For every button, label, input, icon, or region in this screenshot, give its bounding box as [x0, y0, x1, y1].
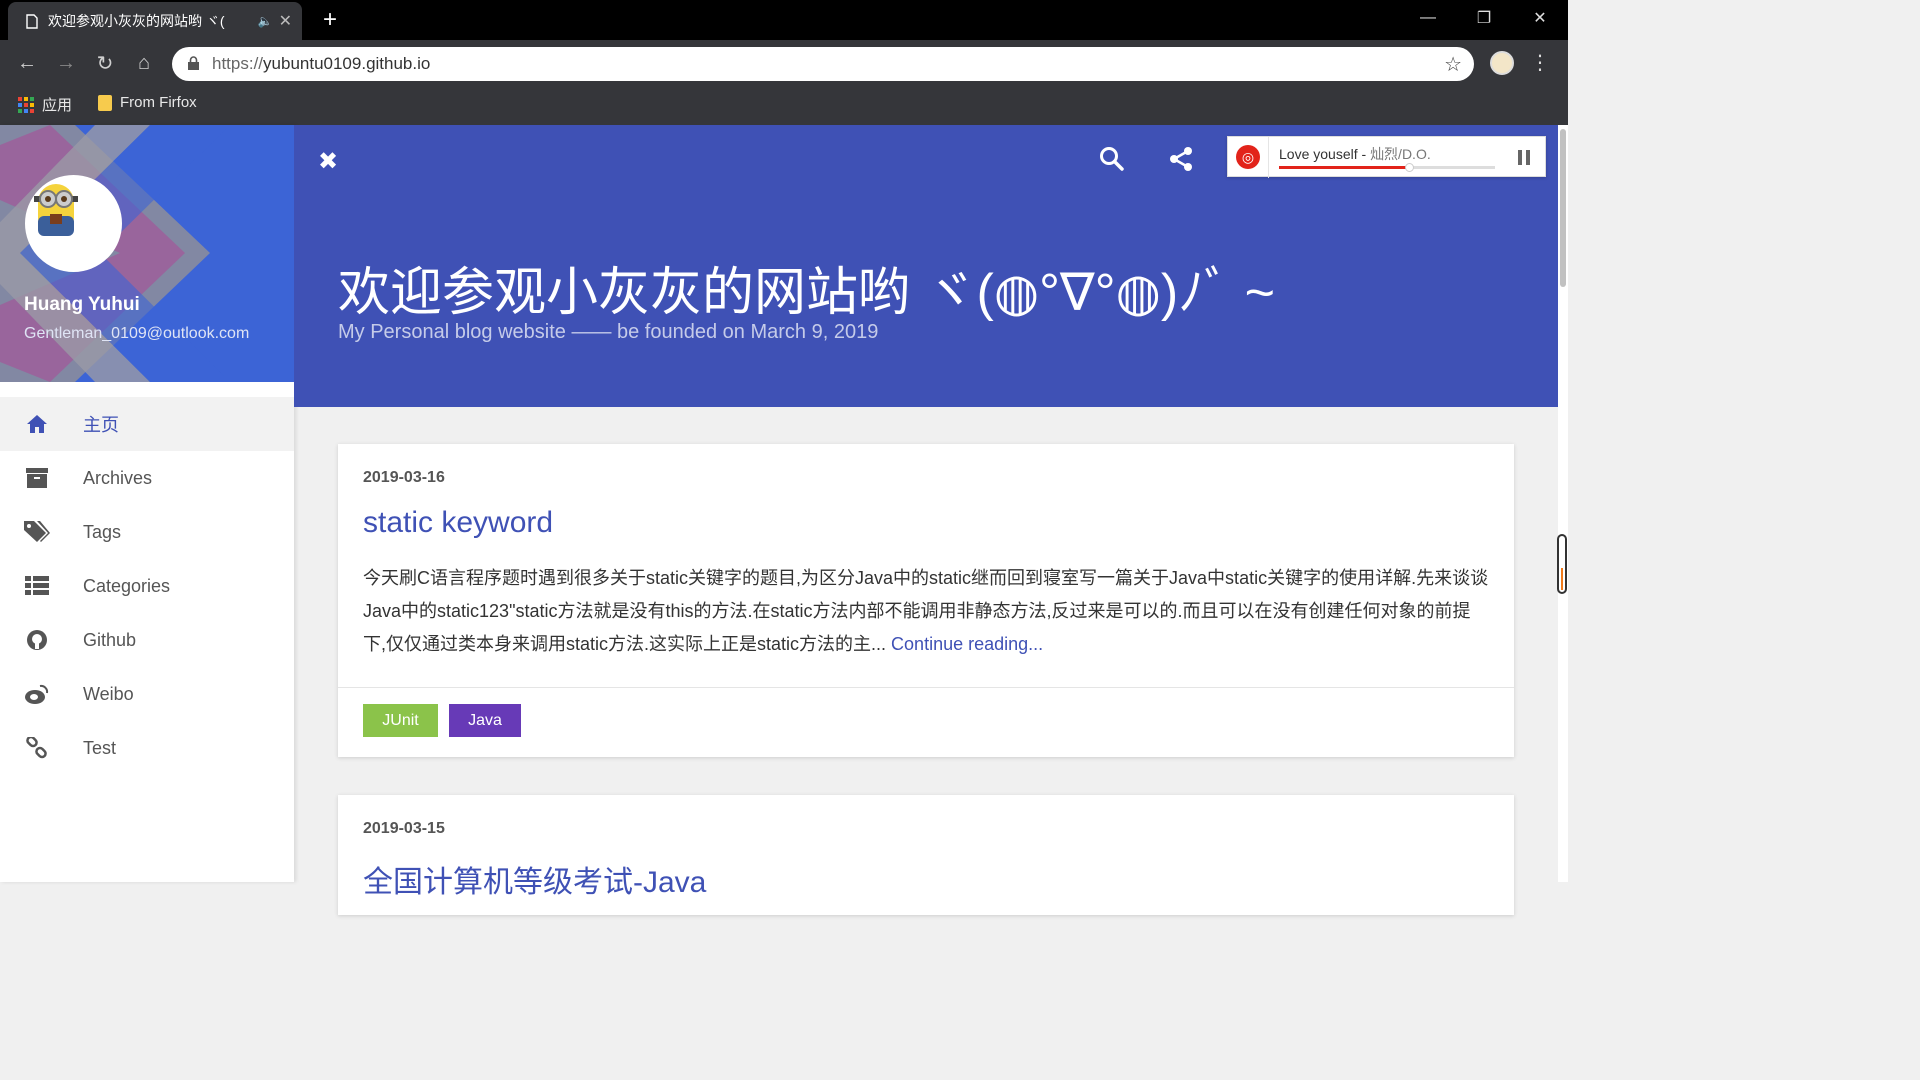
post-card: 2019-03-16 static keyword 今天刷C语言程序题时遇到很多…: [338, 444, 1514, 757]
tag-java[interactable]: Java: [449, 704, 521, 737]
url-host: yubuntu0109.github.io: [263, 54, 431, 73]
post-title[interactable]: 全国计算机等级考试-Java: [363, 857, 706, 901]
minion-avatar-icon: [34, 184, 78, 236]
progress-played: [1279, 166, 1409, 169]
github-icon: [24, 627, 50, 653]
restore-icon[interactable]: ❐: [1456, 0, 1512, 36]
tag-junit[interactable]: JUnit: [363, 704, 438, 737]
music-player: ◎ Love youself - 灿烈/D.O.: [1227, 136, 1546, 178]
minimize-icon[interactable]: —: [1400, 0, 1456, 36]
sidebar-menu: 主页 Archives Tags Categories Github Weibo…: [0, 397, 294, 775]
link-icon: [24, 735, 50, 761]
scroll-indicator[interactable]: [1557, 534, 1567, 594]
profile-picture: [25, 175, 122, 272]
continue-reading-link[interactable]: Continue reading...: [891, 634, 1043, 654]
sidebar-item-label: 主页: [83, 415, 119, 435]
sidebar-item-label: Categories: [83, 575, 171, 596]
scrollbar-thumb[interactable]: [1560, 129, 1566, 287]
progress-knob[interactable]: [1404, 163, 1414, 172]
song-info: Love youself - 灿烈/D.O.: [1279, 144, 1431, 164]
address-bar[interactable]: https://yubuntu0109.github.io ☆: [172, 47, 1474, 81]
sidebar-item-test[interactable]: Test: [0, 721, 294, 775]
profile-name: Huang Yuhui: [24, 294, 140, 315]
sidebar-item-label: Archives: [83, 467, 153, 488]
new-tab-button[interactable]: +: [314, 5, 346, 35]
sidebar-item-label: Github: [83, 629, 137, 650]
bookmark-apps[interactable]: 应用: [18, 94, 72, 115]
sidebar-item-weibo[interactable]: Weibo: [0, 667, 294, 721]
browser-tab[interactable]: 欢迎参观小灰灰的网站哟 ヾ( 🔈 ✕: [8, 2, 302, 40]
profile-avatar[interactable]: [1490, 51, 1514, 75]
site-title: 欢迎参观小灰灰的网站哟 ヾ(◍°∇°◍)ﾉﾞ ~: [338, 264, 1276, 322]
progress-bar[interactable]: [1279, 163, 1495, 172]
bookmark-star-icon[interactable]: ☆: [1444, 52, 1462, 77]
tab-title: 欢迎参观小灰灰的网站哟 ヾ(: [48, 13, 225, 29]
home-icon: [24, 411, 50, 437]
sidebar-item-tags[interactable]: Tags: [0, 505, 294, 559]
weibo-icon: [24, 681, 50, 707]
url-scheme: https://: [212, 54, 264, 73]
archive-icon: [24, 465, 50, 491]
window-close-icon[interactable]: ✕: [1512, 0, 1568, 36]
page-icon: [26, 13, 38, 29]
sidebar-item-label: Weibo: [83, 683, 134, 704]
bookmark-folder[interactable]: From Firfox: [98, 94, 197, 111]
search-icon[interactable]: [1099, 146, 1125, 172]
netease-music-icon[interactable]: ◎: [1236, 145, 1260, 169]
pause-icon[interactable]: [1518, 150, 1531, 165]
post-title[interactable]: static keyword: [363, 506, 553, 540]
tags-icon: [24, 519, 50, 545]
sidebar-item-label: Test: [83, 737, 117, 758]
song-title: Love youself -: [1279, 146, 1371, 162]
close-sidebar-icon[interactable]: ✖: [318, 147, 338, 176]
song-artist: 灿烈/D.O.: [1370, 146, 1431, 162]
bookmark-apps-label: 应用: [42, 97, 73, 114]
profile-email[interactable]: Gentleman_0109@outlook.com: [24, 325, 249, 343]
home-button-icon[interactable]: ⌂: [129, 48, 159, 78]
share-icon[interactable]: [1168, 146, 1194, 172]
bookmarks-bar: [0, 86, 1568, 125]
sidebar-item-categories[interactable]: Categories: [0, 559, 294, 613]
bookmark-folder-label: From Firfox: [120, 94, 197, 111]
forward-icon[interactable]: →: [51, 48, 81, 78]
sidebar-item-label: Tags: [83, 521, 122, 542]
tab-close-icon[interactable]: ✕: [279, 11, 292, 31]
folder-icon: [98, 94, 112, 111]
post-card: 2019-03-15 全国计算机等级考试-Java: [338, 795, 1514, 915]
sidebar: Huang Yuhui Gentleman_0109@outlook.com 主…: [0, 125, 294, 882]
card-divider: [338, 687, 1514, 688]
site-subtitle: My Personal blog website —— be founded o…: [338, 321, 879, 343]
player-divider: [1268, 137, 1269, 178]
list-icon: [24, 573, 50, 599]
sidebar-item-archives[interactable]: Archives: [0, 451, 294, 505]
back-icon[interactable]: ←: [12, 48, 42, 78]
tab-audio-icon[interactable]: 🔈: [258, 14, 273, 28]
sidebar-item-home[interactable]: 主页: [0, 397, 294, 451]
apps-grid-icon: [18, 96, 34, 113]
lock-icon: [188, 56, 199, 70]
post-excerpt: 今天刷C语言程序题时遇到很多关于static关键字的题目,为区分Java中的st…: [363, 562, 1493, 661]
sidebar-item-github[interactable]: Github: [0, 613, 294, 667]
post-date: 2019-03-16: [363, 469, 445, 486]
sidebar-header: Huang Yuhui Gentleman_0109@outlook.com: [0, 125, 294, 382]
reload-icon[interactable]: ↻: [90, 48, 120, 78]
menu-kebab-icon[interactable]: ⋮: [1530, 50, 1550, 75]
post-date: 2019-03-15: [363, 820, 445, 837]
